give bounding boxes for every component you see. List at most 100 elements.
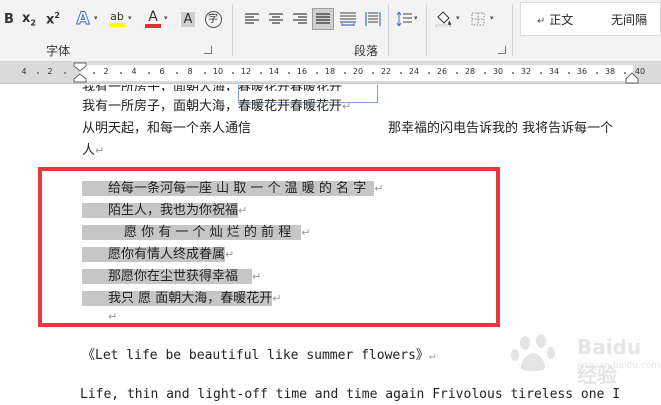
paragraph-mark-icon: ↵ <box>537 16 546 27</box>
column-width-button[interactable] <box>362 8 384 30</box>
font-color-bar <box>145 23 161 28</box>
superscript-icon: x2 <box>46 11 60 27</box>
ruler-label: 18 <box>324 67 336 76</box>
font-group-label: 字体 <box>46 44 71 58</box>
ruler-dot <box>512 72 514 74</box>
align-right-button[interactable] <box>290 8 310 30</box>
baidu-paw-logo <box>511 334 555 371</box>
baidu-watermark: Baidu 经验 jingyan.baidu.com <box>507 333 661 387</box>
text-line-content: 我有一所房子，面朝大海，春暖花开春暖花开 <box>82 99 343 114</box>
ruler-label: 32 <box>520 67 532 76</box>
enclose-char-button[interactable]: 字 <box>202 8 224 30</box>
ruler-dot <box>260 72 262 74</box>
ruler-dot <box>400 72 402 74</box>
font-color-dropdown[interactable]: ▾ <box>164 14 168 22</box>
highlight-color-bar <box>109 23 125 27</box>
ruler-dot <box>484 72 486 74</box>
ruler-label: 20 <box>352 67 364 76</box>
align-right-icon <box>293 13 307 24</box>
ruler-dot <box>316 72 318 74</box>
ruler-dot <box>176 72 178 74</box>
right-indent-marker[interactable] <box>625 70 639 84</box>
ruler-label: 10 <box>212 67 224 76</box>
ruler-label: 14 <box>268 67 280 76</box>
ruler-label: 36 <box>576 67 588 76</box>
line-spacing-dropdown[interactable]: ▾ <box>414 14 418 22</box>
ruler-dot <box>64 72 66 74</box>
ruler-label: 16 <box>296 67 308 76</box>
borders-icon <box>471 12 485 26</box>
ruler-label: 6 <box>159 67 165 76</box>
subscript-icon: x2 <box>22 11 36 28</box>
styles-gallery: ↵ 正文 无间隔 <box>520 2 661 36</box>
align-left-icon <box>245 13 259 24</box>
line-spacing-button[interactable] <box>394 8 414 30</box>
ruler-label: 24 <box>408 67 420 76</box>
highlight-button[interactable]: ab <box>106 8 128 30</box>
shading-bucket-icon <box>435 11 451 27</box>
borders-dropdown[interactable]: ▾ <box>490 14 494 22</box>
justify-icon <box>316 13 330 24</box>
ruler-label: 8 <box>187 67 193 76</box>
ruler-label: 22 <box>380 67 392 76</box>
paragraph-dialog-launcher[interactable] <box>498 46 506 54</box>
ribbon-divider <box>426 4 427 56</box>
subscript-button[interactable]: x2 <box>18 8 40 30</box>
text-effect-button[interactable]: A <box>72 8 94 30</box>
ribbon-divider <box>512 4 513 56</box>
ruler-label: 4 <box>131 67 137 76</box>
shading-button[interactable] <box>434 8 454 30</box>
ruler-dot <box>540 72 542 74</box>
line-spacing-icon <box>396 12 412 26</box>
bold-button[interactable]: B <box>2 8 16 30</box>
paragraph-group-label: 段落 <box>354 44 379 58</box>
text-line: 那幸福的闪电告诉我的 我将告诉每一个 <box>388 121 614 136</box>
style-normal-label: 正文 <box>549 13 574 27</box>
text-line: 我有一所房子，面朝大海，春暖花开春暖花开↵ <box>82 99 351 115</box>
style-no-spacing[interactable]: 无间隔 <box>611 11 647 28</box>
document-page[interactable]: 我有一所房子，面朝大海，春暖花开春暖花开 我有一所房子，面朝大海，春暖花开春暖花… <box>0 85 661 405</box>
ruler-dot <box>37 72 39 74</box>
char-shading-button[interactable]: A <box>178 8 198 30</box>
english-title: 《Let life be beautiful like summer flowe… <box>82 348 429 363</box>
distributed-button[interactable] <box>338 8 358 30</box>
subscript-mark: 2 <box>30 18 36 28</box>
highlight-icon: ab <box>110 10 124 23</box>
watermark-subtext: jingyan.baidu.com <box>577 361 661 371</box>
text-line: 从明天起，和每一个亲人通信 <box>82 121 252 136</box>
ruler-dot <box>232 72 234 74</box>
style-normal[interactable]: ↵ 正文 <box>537 11 573 28</box>
highlight-annotation-box <box>38 167 500 327</box>
ribbon-divider <box>388 4 389 56</box>
ruler-dot <box>288 72 290 74</box>
text-line-content: 人 <box>82 143 96 158</box>
highlight-dropdown[interactable]: ▾ <box>128 14 132 22</box>
ribbon-divider <box>232 4 233 56</box>
font-dialog-launcher[interactable] <box>204 46 212 54</box>
align-center-button[interactable] <box>266 8 286 30</box>
align-left-button[interactable] <box>242 8 262 30</box>
english-body-line: Life, thin and light-off time and time a… <box>80 387 621 402</box>
shading-dropdown[interactable]: ▾ <box>456 14 460 22</box>
ruler-label: 34 <box>548 67 560 76</box>
ruler-dot <box>344 72 346 74</box>
borders-button[interactable] <box>468 8 488 30</box>
superscript-button[interactable]: x2 <box>42 8 64 30</box>
font-color-button[interactable]: A <box>142 8 164 30</box>
first-line-indent-marker[interactable] <box>73 62 87 84</box>
paragraph-mark: ↵ <box>95 144 105 157</box>
ruler-label: 26 <box>436 67 448 76</box>
ribbon: B x2 x2 A ▾ ab ▾ A ▾ A 字 ▾ ▾ ▾ ↵ 正文 无间隔 … <box>0 0 661 62</box>
ruler-label: 30 <box>492 67 504 76</box>
text-effect-dropdown[interactable]: ▾ <box>94 14 98 22</box>
text-line: 人↵ <box>82 143 104 159</box>
horizontal-ruler[interactable]: 4 2 2 4 6 8 10 12 14 16 18 20 22 24 26 2… <box>0 62 661 84</box>
ruler-label: 38 <box>604 67 616 76</box>
ruler-label: 2 <box>103 67 109 76</box>
ruler-dot <box>428 72 430 74</box>
ruler-label: 12 <box>240 67 252 76</box>
column-width-icon <box>365 12 381 26</box>
ruler-dot <box>204 72 206 74</box>
justify-button[interactable] <box>312 8 334 30</box>
ruler-dot <box>596 72 598 74</box>
